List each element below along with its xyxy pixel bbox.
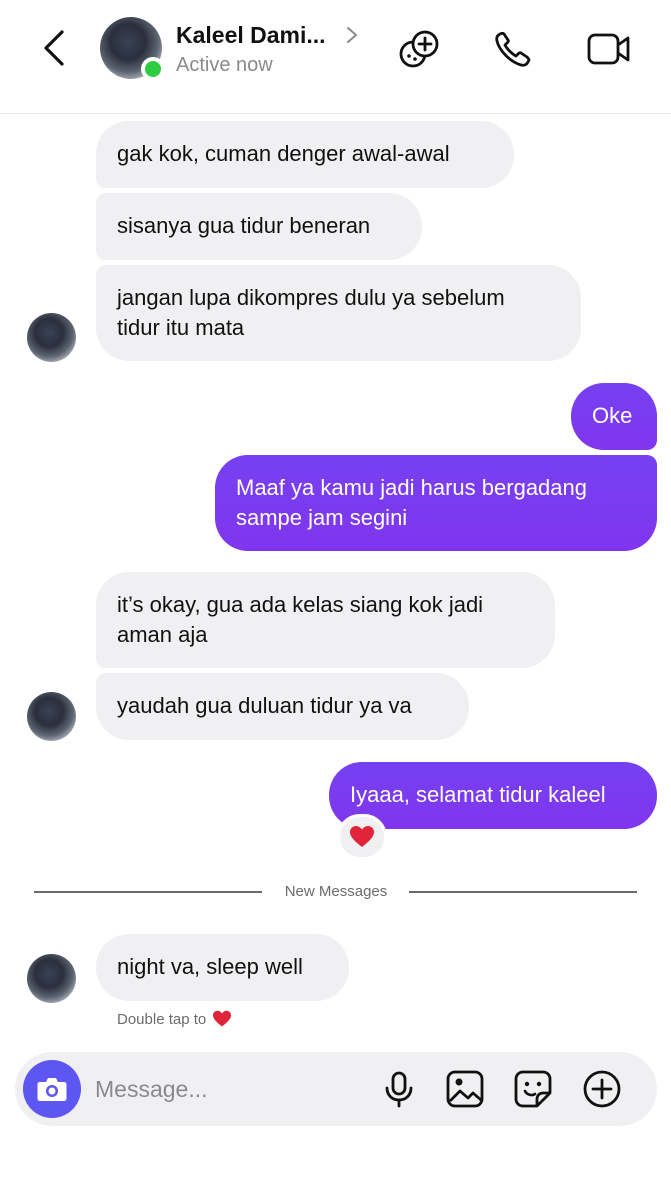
message-bubble-incoming[interactable]: yaudah gua duluan tidur ya va <box>96 673 469 740</box>
image-icon <box>446 1070 484 1108</box>
message-bubble-incoming[interactable]: it’s okay, gua ada kelas siang kok jadi … <box>96 572 555 668</box>
message-text-line: aman aja <box>117 622 208 647</box>
call-button[interactable] <box>490 26 536 72</box>
back-arrow-icon <box>44 30 64 66</box>
voice-message-button[interactable] <box>379 1069 419 1109</box>
heart-icon <box>213 1010 232 1027</box>
double-tap-hint: Double tap to <box>117 1010 232 1028</box>
online-indicator <box>141 57 165 81</box>
chat-header: Kaleel Dami... Active now <box>0 0 671 114</box>
contact-name[interactable]: Kaleel Dami... <box>176 22 326 49</box>
divider-line <box>34 891 262 893</box>
message-text: sisanya gua tidur beneran <box>117 213 371 238</box>
sender-avatar[interactable] <box>27 692 76 741</box>
message-text-line: Maaf ya kamu jadi harus bergadang <box>236 475 587 500</box>
video-camera-icon <box>587 33 630 65</box>
video-call-button[interactable] <box>586 26 632 72</box>
sender-avatar[interactable] <box>27 954 76 1003</box>
plus-circle-icon <box>583 1070 621 1108</box>
active-status: Active now <box>176 54 273 76</box>
message-bubble-incoming[interactable]: gak kok, cuman denger awal-awal <box>96 121 514 188</box>
message-text-line: jangan lupa dikompres dulu ya sebelum <box>117 285 505 310</box>
games-icon <box>399 30 439 68</box>
back-button[interactable] <box>34 26 74 70</box>
gallery-button[interactable] <box>445 1069 485 1109</box>
message-text: Iyaaa, selamat tidur kaleel <box>350 782 606 807</box>
message-bubble-incoming[interactable]: night va, sleep well <box>96 934 349 1001</box>
message-text-line: it’s okay, gua ada kelas siang kok jadi <box>117 592 484 617</box>
message-reaction[interactable] <box>337 814 387 860</box>
message-composer <box>15 1052 657 1126</box>
message-text: gak kok, cuman denger awal-awal <box>117 141 450 166</box>
camera-button[interactable] <box>23 1060 81 1118</box>
message-text-line: tidur itu mata <box>117 315 245 340</box>
message-text: Oke <box>592 403 633 428</box>
camera-icon <box>37 1078 67 1101</box>
message-input[interactable] <box>95 1072 365 1106</box>
new-messages-divider: New Messages <box>284 883 388 900</box>
phone-icon <box>495 31 531 67</box>
message-bubble-outgoing[interactable]: Oke <box>571 383 657 450</box>
sticker-button[interactable] <box>513 1069 553 1109</box>
message-text: night va, sleep well <box>117 954 303 979</box>
microphone-icon <box>385 1071 413 1108</box>
sender-avatar[interactable] <box>27 313 76 362</box>
message-text: yaudah gua duluan tidur ya va <box>117 693 412 718</box>
message-bubble-incoming[interactable]: jangan lupa dikompres dulu ya sebelum ti… <box>96 265 581 361</box>
more-options-button[interactable] <box>582 1069 622 1109</box>
divider-line <box>409 891 637 893</box>
message-bubble-outgoing[interactable]: Maaf ya kamu jadi harus bergadang sampe … <box>215 455 657 551</box>
message-text-line: sampe jam segini <box>236 505 408 530</box>
games-button[interactable] <box>396 26 442 72</box>
heart-icon <box>350 826 374 847</box>
double-tap-label: Double tap to <box>117 1010 207 1028</box>
chevron-right-icon[interactable] <box>344 24 360 46</box>
message-bubble-incoming[interactable]: sisanya gua tidur beneran <box>96 193 422 260</box>
sticker-icon <box>514 1070 552 1108</box>
